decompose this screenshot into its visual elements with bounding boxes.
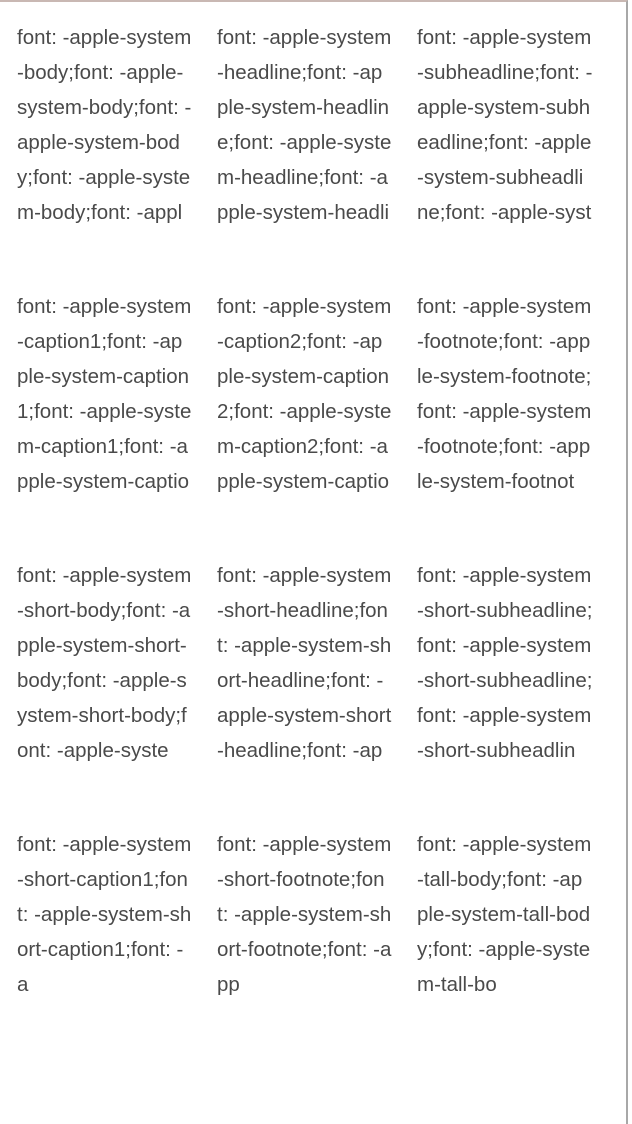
sample-text-short-caption1: font: -apple-system-short-caption1;font:… (17, 833, 192, 996)
sample-cell-caption1: font: -apple-system-caption1;font: -appl… (17, 289, 217, 505)
sample-text-footnote: font: -apple-system-footnote;font: -appl… (417, 295, 592, 493)
grid-row-short-styles: font: -apple-system-short-body;font: -ap… (17, 558, 617, 827)
sample-text-caption1: font: -apple-system-caption1;font: -appl… (17, 295, 192, 493)
sample-cell-tall-body: font: -apple-system-tall-body;font: -app… (417, 827, 617, 1043)
sample-cell-headline: font: -apple-system-headline;font: -appl… (217, 20, 417, 236)
sample-text-body: font: -apple-system-body;font: -apple-sy… (17, 26, 192, 224)
sample-text-short-body: font: -apple-system-short-body;font: -ap… (17, 564, 192, 762)
sample-cell-short-caption1: font: -apple-system-short-caption1;font:… (17, 827, 217, 1043)
sample-cell-short-footnote: font: -apple-system-short-footnote;font:… (217, 827, 417, 1043)
sample-text-short-subheadline: font: -apple-system-short-subheadline;fo… (417, 564, 593, 762)
sample-text-subheadline: font: -apple-system-subheadline;font: -a… (417, 26, 593, 224)
sample-text-caption2: font: -apple-system-caption2;font: -appl… (217, 295, 392, 493)
grid-row-short-caption-styles: font: -apple-system-short-caption1;font:… (17, 827, 617, 1096)
sample-cell-short-headline: font: -apple-system-short-headline;font:… (217, 558, 417, 774)
sample-cell-short-body: font: -apple-system-short-body;font: -ap… (17, 558, 217, 774)
sample-cell-short-subheadline: font: -apple-system-short-subheadline;fo… (417, 558, 617, 774)
sample-cell-caption2: font: -apple-system-caption2;font: -appl… (217, 289, 417, 505)
font-sample-grid: font: -apple-system-body;font: -apple-sy… (17, 20, 617, 1096)
sample-text-short-headline: font: -apple-system-short-headline;font:… (217, 564, 392, 762)
sample-cell-body: font: -apple-system-body;font: -apple-sy… (17, 20, 217, 236)
sample-cell-footnote: font: -apple-system-footnote;font: -appl… (417, 289, 617, 505)
grid-row-caption-styles: font: -apple-system-caption1;font: -appl… (17, 289, 617, 558)
sample-text-headline: font: -apple-system-headline;font: -appl… (217, 26, 392, 224)
sample-cell-subheadline: font: -apple-system-subheadline;font: -a… (417, 20, 617, 236)
sample-text-tall-body: font: -apple-system-tall-body;font: -app… (417, 833, 592, 996)
grid-row-body-styles: font: -apple-system-body;font: -apple-sy… (17, 20, 617, 289)
sample-text-short-footnote: font: -apple-system-short-footnote;font:… (217, 833, 392, 996)
